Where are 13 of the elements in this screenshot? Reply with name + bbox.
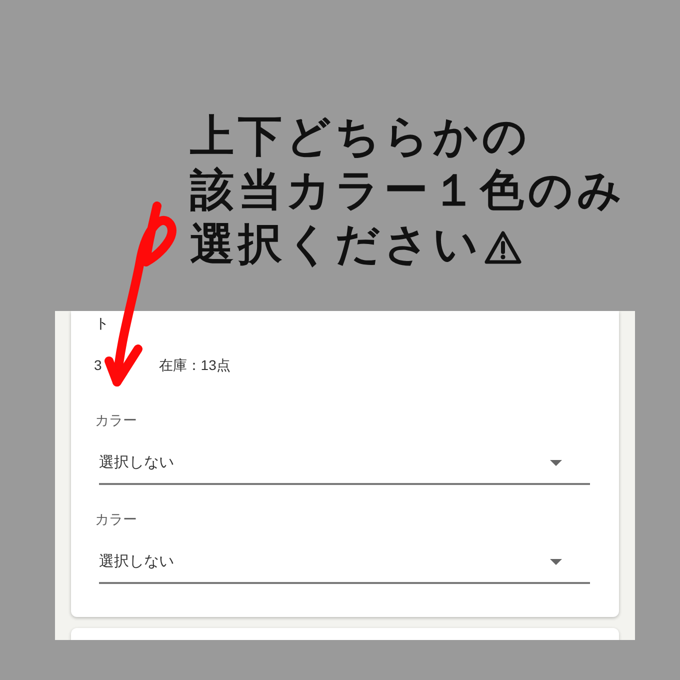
product-title: ト <box>95 314 109 333</box>
product-price: 3 <box>94 356 102 375</box>
color-select[interactable]: 選択しない <box>99 443 590 485</box>
caret-icon <box>550 559 562 565</box>
field-label: カラー <box>95 510 137 529</box>
color-select[interactable]: 選択しない <box>99 542 590 584</box>
field-label: カラー <box>95 411 137 430</box>
warning-icon <box>484 230 522 264</box>
heading-line: 該当カラー１色のみ <box>190 165 626 217</box>
heading-line: 選択ください <box>190 219 482 271</box>
heading-line: 上下どちらかの <box>190 111 531 163</box>
caret-icon <box>550 460 562 466</box>
stock-count: 在庫：13点 <box>158 356 230 375</box>
